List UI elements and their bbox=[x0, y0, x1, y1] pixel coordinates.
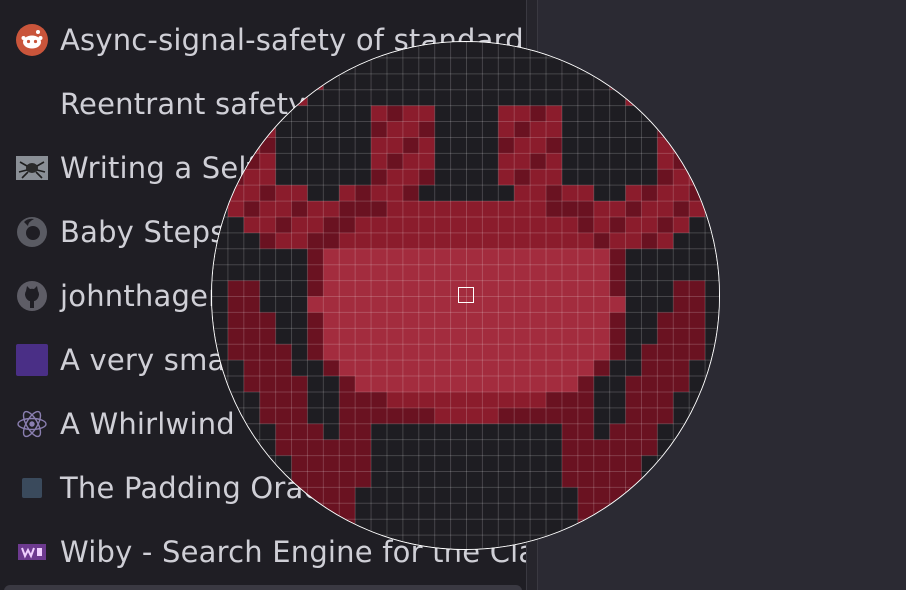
atom-icon bbox=[16, 408, 48, 440]
bookmark-label: Baby Steps bbox=[60, 215, 226, 249]
firefox-icon bbox=[16, 216, 48, 248]
blank-icon bbox=[16, 88, 48, 120]
selection-bar bbox=[4, 585, 522, 590]
github-icon bbox=[16, 280, 48, 312]
bookmark-label: johnthagen bbox=[60, 279, 227, 313]
purple-square-icon bbox=[16, 344, 48, 376]
bookmark-label: The Padding Orac bbox=[60, 471, 320, 505]
slate-square-icon bbox=[16, 472, 48, 504]
bookmark-label: Reentrant safety bbox=[60, 87, 306, 121]
spider-thumbnail-icon bbox=[16, 152, 48, 184]
wiby-icon bbox=[16, 536, 48, 568]
bookmark-label: A very smal bbox=[60, 343, 234, 377]
bookmark-label: Writing a Self bbox=[60, 151, 258, 185]
reddit-icon bbox=[16, 24, 48, 56]
crosshair-icon bbox=[458, 287, 474, 303]
bookmark-label: A Whirlwind T bbox=[60, 407, 263, 441]
